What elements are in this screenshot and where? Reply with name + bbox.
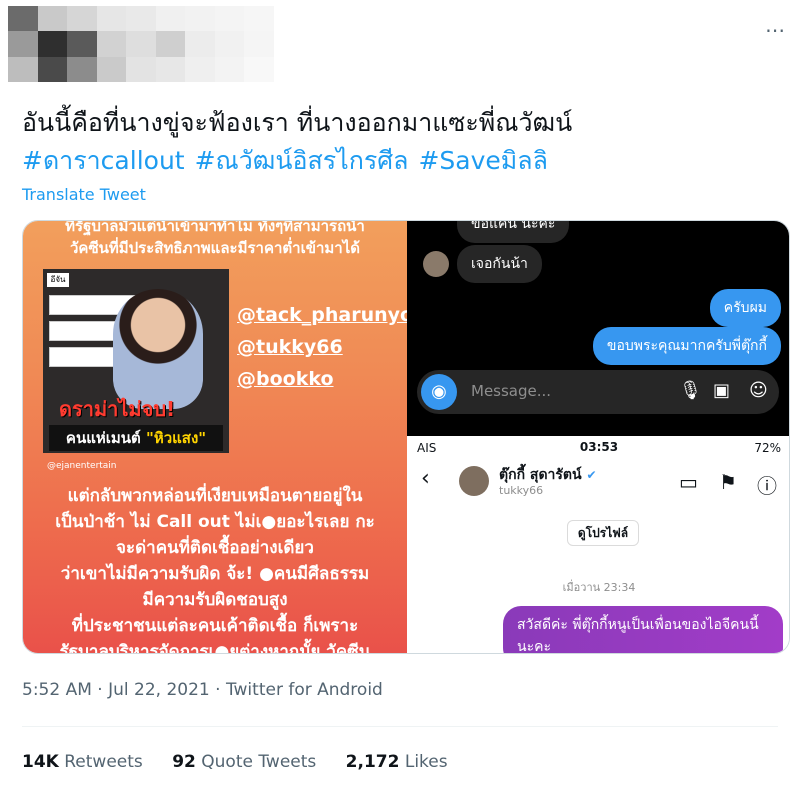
chat-bubble-outgoing: ครับผม <box>709 289 781 327</box>
translate-tweet-link[interactable]: Translate Tweet <box>22 185 146 204</box>
likes-stat[interactable]: 2,172 Likes <box>346 752 448 772</box>
tweet-text: อันนี้คือที่นางขู่จะฟ้องเรา ที่นางออกมาแ… <box>22 104 782 180</box>
tweet-text-line: อันนี้คือที่นางขู่จะฟ้องเรา ที่นางออกมาแ… <box>22 108 573 137</box>
blur-pixel <box>96 56 127 82</box>
phone-status-bar: AIS 03:53 72% <box>407 436 789 458</box>
graphic-top-text: ที่รัฐบาลมัวแต่นำเข้ามาทำไม ทั้งๆที่สามา… <box>65 220 365 257</box>
person-photo <box>113 289 203 409</box>
contact-username: tukky66 <box>499 484 544 497</box>
media-photo-news-graphic[interactable]: ที่รัฐบาลมัวแต่นำเข้ามาทำไม ทั้งๆที่สามา… <box>23 220 426 654</box>
image-icon[interactable]: ▣ <box>713 380 730 401</box>
handle-list: @tack_pharunyoo @tukky66 @bookko <box>237 299 426 395</box>
graphic-body-line: เป็นป่าช้า ไม่ Call out ไม่เ●ยอะไรเลย กะ <box>55 512 375 532</box>
graphic-body-line: จะด่าคนที่ติดเชื้ออย่างเดียว <box>116 538 314 558</box>
chat-nav-bar: ‹ ตุ๊กกี้ สุดารัตน์ ✔ tukky66 ▭ ⚑ ⓘ <box>407 460 789 504</box>
view-profile-button[interactable]: ดูโปรไฟล์ <box>567 520 639 546</box>
chat-bubble-outgoing: ขอบพระคุณมากครับพี่ตุ๊กกี้ <box>592 327 781 365</box>
tweet-header: ⋯ <box>0 0 800 95</box>
blur-pixel <box>67 56 97 82</box>
message-input[interactable]: Message... <box>471 382 551 400</box>
hashtag-list: #ดาราcallout #ณวัฒน์อิสรไกรศีล #Saveมิลลิ <box>22 142 782 180</box>
blur-pixel <box>8 31 38 57</box>
handle-text: @tack_pharunyoo <box>237 304 427 326</box>
image-credit: @ejanentertain <box>47 461 117 471</box>
tweet-media-grid[interactable]: ที่รัฐบาลมัวแต่นำเข้ามาทำไม ทั้งๆที่สามา… <box>22 220 790 654</box>
blur-pixel <box>67 31 97 57</box>
graphic-body-line: ว่าเขาไม่มีความรับผิด จ้ะ! ●คนมีศีลธรรม <box>60 564 370 584</box>
handle-text: @bookko <box>237 368 334 390</box>
camera-icon[interactable]: ◉ <box>421 374 457 410</box>
media-photo-dark-chat[interactable]: ขอแค่นี้ นะคะ เจอกันน้า ครับผม ขอบพระคุณ… <box>407 221 789 436</box>
sticker-icon[interactable]: ☺ <box>749 380 768 401</box>
hashtag-link[interactable]: #Saveมิลลิ <box>418 146 547 175</box>
blur-pixel <box>37 6 68 32</box>
graphic-body-line: มีความรับผิดชอบสูง <box>142 590 288 610</box>
handle-text: @tukky66 <box>237 336 343 358</box>
mic-icon[interactable]: 🎙 <box>679 380 702 401</box>
avatar[interactable] <box>459 466 489 496</box>
blur-pixel <box>214 6 245 32</box>
graphic-body-line: ที่ประชาชนแต่ละคนเค้าติดเชื้อ ก็เพราะ <box>71 616 359 636</box>
blur-pixel <box>185 6 215 32</box>
quote-tweets-stat[interactable]: 92 Quote Tweets <box>172 752 316 772</box>
chat-timestamp: เมื่อวาน 23:34 <box>562 581 636 594</box>
hashtag-link[interactable]: #ดาราcallout <box>22 146 185 175</box>
chat-avatar <box>423 251 449 277</box>
blur-pixel <box>155 6 186 32</box>
tweet-stats: 14K Retweets 92 Quote Tweets 2,172 Likes <box>22 752 472 772</box>
tweet-date[interactable]: Jul 22, 2021 <box>108 680 210 700</box>
blur-pixel <box>126 6 156 32</box>
news-logo: อีจัน <box>47 273 69 287</box>
retweets-stat[interactable]: 14K Retweets <box>22 752 143 772</box>
blur-pixel <box>37 56 68 82</box>
blur-pixel <box>126 31 156 57</box>
info-icon[interactable]: ⓘ <box>757 470 777 499</box>
drama-subheadline: คนแห่เมนต์ "หิวแสง" <box>49 425 223 451</box>
blur-pixel <box>37 31 68 57</box>
tweet-meta: 5:52 AM · Jul 22, 2021 · Twitter for And… <box>22 680 383 700</box>
tweet-source[interactable]: Twitter for Android <box>226 680 383 700</box>
blur-pixel <box>96 31 127 57</box>
blur-pixel <box>185 31 215 57</box>
media-photo-light-chat[interactable]: AIS 03:53 72% ‹ ตุ๊กกี้ สุดารัตน์ ✔ tukk… <box>407 436 789 653</box>
chat-bubble-incoming: ขอแค่นี้ นะคะ <box>457 221 570 243</box>
news-thumbnail: อีจัน ดราม่าไม่จบ! คนแห่เมนต์ "หิวแสง" <box>43 269 229 453</box>
back-icon[interactable]: ‹ <box>421 466 430 491</box>
chat-bubble-incoming: เจอกันน้า <box>457 245 542 283</box>
hashtag-link[interactable]: #ณวัฒน์อิสรไกรศีล <box>195 146 409 175</box>
blur-pixel <box>244 31 274 57</box>
blur-pixel <box>214 56 245 82</box>
divider <box>22 726 778 727</box>
contact-name[interactable]: ตุ๊กกี้ สุดารัตน์ ✔ <box>499 464 597 486</box>
graphic-body-line: รัฐบาลบริหารจัดการเ●ยต่างหากมั้ย วัคซีน <box>59 642 371 654</box>
message-input-bar[interactable]: ◉ Message... 🎙 ▣ ☺ <box>417 370 779 414</box>
graphic-body-line: แต่กลับพวกหล่อนที่เงียบเหมือนตายอยู่ใน <box>67 486 363 506</box>
blur-pixel <box>214 31 245 57</box>
more-options-icon[interactable]: ⋯ <box>765 18 786 42</box>
blur-pixel <box>244 6 274 32</box>
status-time: 03:53 <box>579 440 619 454</box>
chat-bubble-outgoing: สวัสดีค่ะ พี่ตุ๊กกี้หนูเป็นเพื่อนของไอจี… <box>503 606 783 653</box>
blurred-author-avatar <box>8 6 274 82</box>
blur-pixel <box>8 6 38 32</box>
blur-pixel <box>8 56 38 82</box>
blur-pixel <box>67 6 97 32</box>
blur-pixel <box>185 56 215 82</box>
blur-pixel <box>244 56 274 82</box>
flag-icon[interactable]: ⚑ <box>719 470 737 494</box>
tweet-time[interactable]: 5:52 AM <box>22 680 92 700</box>
blur-pixel <box>155 56 186 82</box>
blur-pixel <box>155 31 186 57</box>
graphic-body-text: แต่กลับพวกหล่อนที่เงียบเหมือนตายอยู่ในเป… <box>23 483 407 654</box>
verified-icon: ✔ <box>586 468 597 482</box>
video-call-icon[interactable]: ▭ <box>679 470 698 494</box>
blur-pixel <box>126 56 156 82</box>
blur-pixel <box>96 6 127 32</box>
battery-label: 72% <box>754 441 781 455</box>
drama-headline: ดราม่าไม่จบ! <box>59 397 176 421</box>
